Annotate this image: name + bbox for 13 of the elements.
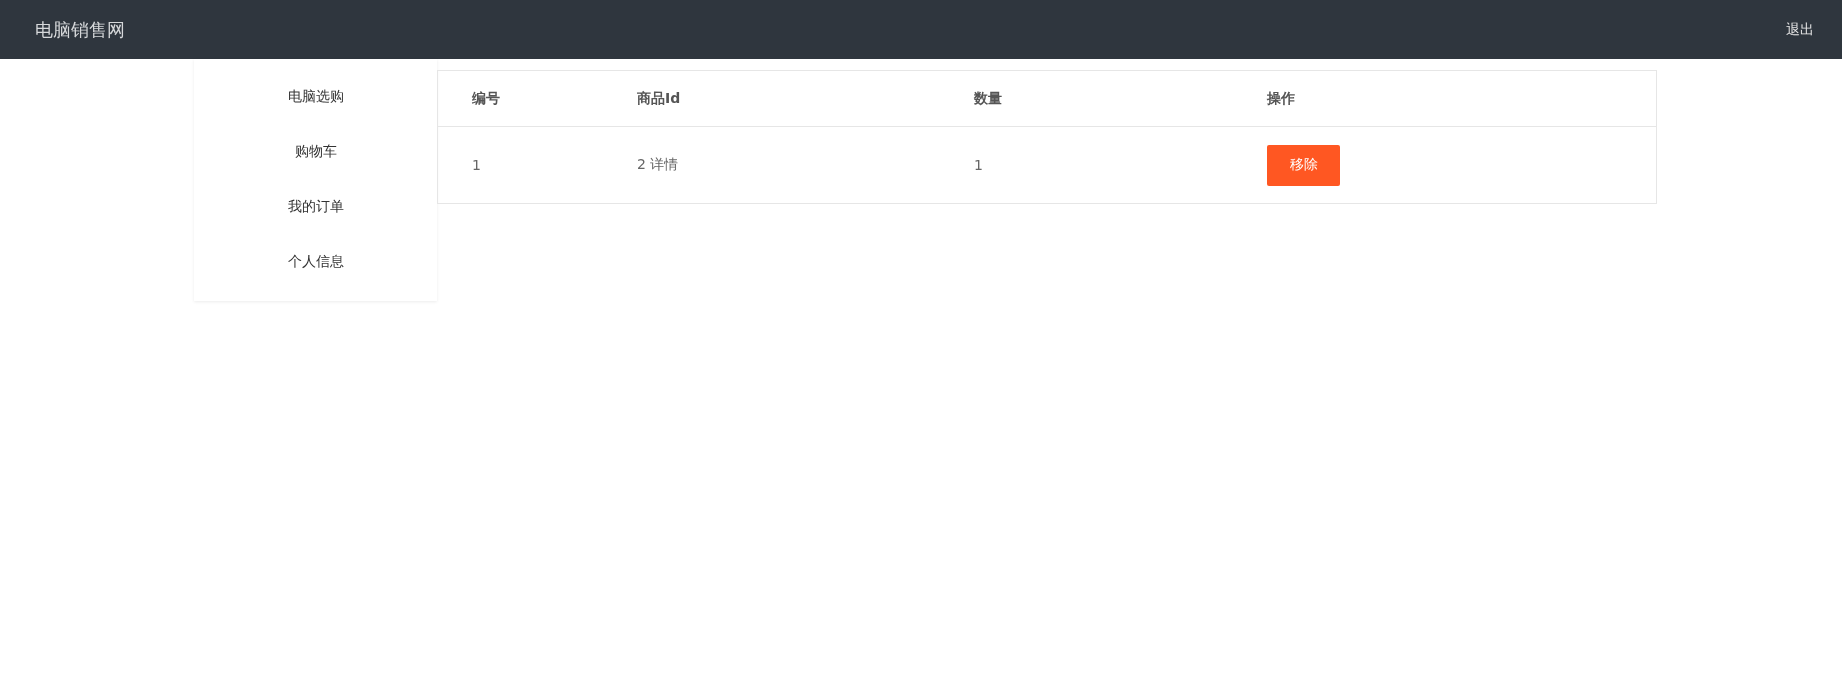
- sidebar-item[interactable]: 电脑选购: [194, 69, 437, 124]
- sidebar-item[interactable]: 个人信息: [194, 234, 437, 289]
- site-title: 电脑销售网: [35, 17, 125, 42]
- table-cell-text: 1: [471, 157, 482, 173]
- table-cell-text: 2 详情: [637, 156, 680, 174]
- sidebar-item[interactable]: 购物车: [194, 124, 437, 179]
- table-cell-text: 1: [974, 157, 984, 173]
- column-header: 编号: [471, 89, 501, 108]
- sidebar-item[interactable]: 我的订单: [194, 179, 437, 234]
- logout-link[interactable]: 退出: [1786, 20, 1814, 39]
- column-header: 操作: [1267, 89, 1296, 108]
- column-header: 数量: [974, 89, 1003, 108]
- column-header: 商品Id: [637, 89, 682, 108]
